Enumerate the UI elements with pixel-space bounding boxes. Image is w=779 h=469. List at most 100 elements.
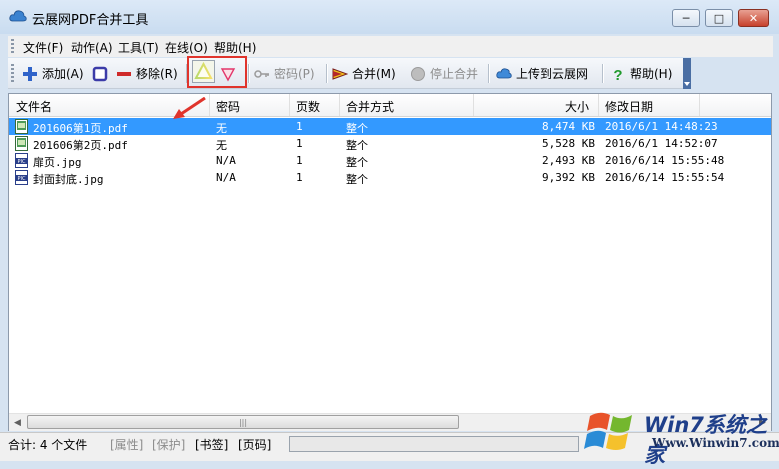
upload-label: 上传到云展网: [516, 67, 589, 81]
cell-size: 5,528 KB: [542, 137, 595, 150]
square-button[interactable]: [92, 63, 108, 84]
column-header-pages[interactable]: 页数: [296, 98, 320, 115]
windows-logo-icon: [584, 412, 632, 450]
column-header-date[interactable]: 修改日期: [605, 98, 653, 115]
key-icon: [254, 69, 269, 78]
square-icon: [92, 66, 108, 81]
annotation-highlight-box: [187, 56, 247, 88]
cloud-app-icon: [9, 10, 27, 22]
cell-file-name: 201606第1页.pdf: [33, 122, 128, 135]
add-button[interactable]: 添加(A): [22, 63, 84, 84]
svg-text:PIC: PIC: [18, 159, 26, 165]
toolbar-separator: [602, 64, 604, 83]
toolbar-separator: [488, 64, 490, 83]
cell-password: N/A: [216, 171, 236, 184]
cell-size: 2,493 KB: [542, 154, 595, 167]
pdf-file-icon: [15, 119, 28, 134]
cell-merge-mode: 整个: [346, 139, 368, 152]
toolbar-separator: [248, 64, 250, 83]
annotation-arrow-icon: [173, 97, 206, 119]
table-row[interactable]: PIC 扉页.jpg N/A 1 整个 2,493 KB 2016/6/14 15:55:4…: [9, 152, 771, 169]
cell-password: 无: [216, 139, 227, 152]
column-divider: [289, 94, 290, 116]
cell-merge-mode: 整个: [346, 173, 368, 186]
help-label: 帮助(H): [630, 67, 673, 81]
password-button[interactable]: 密码(P): [254, 63, 315, 84]
cell-date: 2016/6/1 14:52:07: [605, 137, 718, 150]
cell-date: 2016/6/14 15:55:48: [605, 154, 725, 167]
cell-size: 8,474 KB: [542, 120, 595, 133]
file-list: 文件名 密码 页数 合并方式 大小 修改日期 201606第1页.pdf 无 1 整个…: [8, 93, 772, 431]
cell-pages: 1: [296, 120, 303, 133]
stop-merge-button[interactable]: 停止合并: [410, 63, 478, 84]
table-row[interactable]: 201606第2页.pdf 无 1 整个 5,528 KB 2016/6/1 14:52:…: [9, 135, 771, 152]
image-file-icon: PIC: [15, 170, 28, 185]
password-label: 密码(P): [274, 67, 315, 81]
column-divider: [598, 94, 599, 116]
status-protection: [保护]: [152, 438, 186, 452]
menu-grip: [11, 39, 14, 54]
column-header-size[interactable]: 大小: [565, 98, 589, 115]
add-label: 添加(A): [42, 67, 84, 81]
cell-date: 2016/6/1 14:48:23: [605, 120, 718, 133]
column-divider: [339, 94, 340, 116]
column-divider: [473, 94, 474, 116]
maximize-button[interactable]: □: [705, 9, 733, 27]
menu-online[interactable]: 在线(O): [165, 39, 208, 56]
toolbar-overflow[interactable]: [683, 58, 691, 89]
title-bar: 云展网PDF合并工具 ─ □ ✕: [0, 0, 779, 34]
column-header-password[interactable]: 密码: [216, 98, 240, 115]
status-bookmarks: [书签]: [195, 438, 229, 452]
window-title: 云展网PDF合并工具: [32, 13, 149, 28]
cell-pages: 1: [296, 137, 303, 150]
upload-button[interactable]: 上传到云展网: [496, 63, 588, 84]
menu-action[interactable]: 动作(A): [71, 39, 113, 56]
image-file-icon: PIC: [15, 153, 28, 168]
menu-help[interactable]: 帮助(H): [214, 39, 256, 56]
cell-password: 无: [216, 122, 227, 135]
merge-flag-icon: [332, 67, 348, 80]
table-row[interactable]: PIC 封面封底.jpg N/A 1 整个 9,392 KB 2016/6/14 15:55…: [9, 169, 771, 186]
stop-merge-label: 停止合并: [430, 67, 479, 81]
cell-pages: 1: [296, 171, 303, 184]
menu-tools[interactable]: 工具(T): [118, 39, 159, 56]
cell-pages: 1: [296, 154, 303, 167]
column-header-name[interactable]: 文件名: [16, 98, 52, 115]
pdf-file-icon: [15, 136, 28, 151]
file-count: 合计: 4 个文件: [8, 438, 88, 452]
cell-merge-mode: 整个: [346, 122, 368, 135]
status-page-numbers: [页码]: [238, 438, 272, 452]
column-divider: [209, 94, 210, 116]
cell-date: 2016/6/14 15:55:54: [605, 171, 725, 184]
minus-icon: [117, 71, 131, 76]
merge-label: 合并(M): [352, 67, 396, 81]
watermark-url: Www.Winwin7.com: [652, 436, 779, 450]
progress-bar: [289, 436, 579, 452]
svg-text:?: ?: [613, 67, 622, 82]
watermark: Win7系统之家 Www.Winwin7.com: [582, 402, 779, 467]
menu-file[interactable]: 文件(F): [23, 39, 63, 56]
minimize-button[interactable]: ─: [672, 9, 700, 27]
plus-icon: [23, 66, 37, 81]
toolbar-separator: [326, 64, 328, 83]
cell-size: 9,392 KB: [542, 171, 595, 184]
cell-file-name: 201606第2页.pdf: [33, 139, 128, 152]
help-button[interactable]: ? 帮助(H): [610, 63, 672, 84]
cloud-upload-icon: [496, 67, 512, 78]
menu-bar: 文件(F) 动作(A) 工具(T) 在线(O) 帮助(H): [8, 36, 773, 57]
stop-circle-icon: [411, 66, 425, 81]
column-header-merge-mode[interactable]: 合并方式: [346, 98, 394, 115]
column-divider: [699, 94, 700, 116]
cell-file-name: 扉页.jpg: [33, 156, 82, 169]
table-row[interactable]: 201606第1页.pdf 无 1 整个 8,474 KB 2016/6/1 14:48:…: [9, 118, 771, 135]
close-button[interactable]: ✕: [738, 9, 769, 27]
merge-button[interactable]: 合并(M): [332, 63, 396, 84]
list-header: 文件名 密码 页数 合并方式 大小 修改日期: [9, 94, 771, 117]
status-attributes: [属性]: [110, 438, 144, 452]
help-question-icon: ?: [613, 67, 622, 82]
scroll-left-arrow-icon[interactable]: ◀: [9, 414, 26, 431]
cell-merge-mode: 整个: [346, 156, 368, 169]
remove-button[interactable]: 移除(R): [116, 63, 178, 84]
cell-file-name: 封面封底.jpg: [33, 173, 104, 186]
scroll-thumb[interactable]: |||: [27, 415, 459, 429]
